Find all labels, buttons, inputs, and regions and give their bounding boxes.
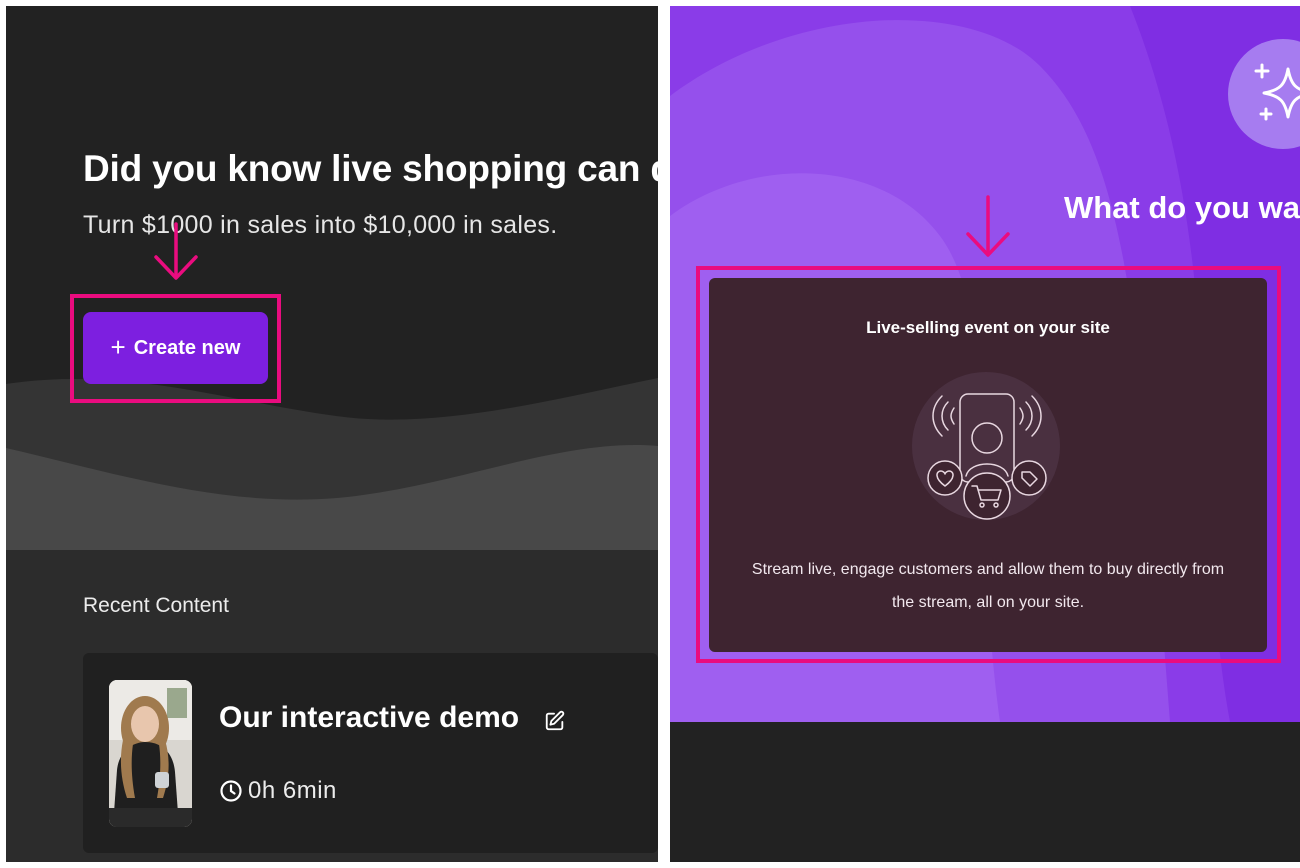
modal-title: What do you wa xyxy=(1064,190,1300,225)
plus-icon: + xyxy=(110,332,126,362)
create-new-label: Create new xyxy=(133,336,241,359)
right-screenshot-panel: What do you wa Live-selling event on you… xyxy=(670,6,1300,862)
content-title: Our interactive demo xyxy=(219,701,520,734)
left-screenshot-panel: Did you know live shopping can d Turn $1… xyxy=(6,6,658,862)
hero-title: Did you know live shopping can d xyxy=(83,148,658,189)
annotation-arrow-icon xyxy=(154,222,198,280)
option-title: Live-selling event on your site xyxy=(866,318,1110,337)
thumbnail-image xyxy=(109,680,192,827)
edit-icon[interactable] xyxy=(544,710,566,732)
content-duration: 0h 6min xyxy=(248,777,337,804)
hero-wave-background xyxy=(6,6,658,566)
annotation-arrow-icon xyxy=(966,195,1010,257)
sparkle-icon xyxy=(1254,63,1300,121)
page-bottom-area xyxy=(670,722,1300,862)
clock-icon xyxy=(220,780,242,802)
recent-content-card[interactable]: Our interactive demo 0h 6min xyxy=(83,653,658,853)
live-stream-phone-icon xyxy=(912,372,1060,520)
video-thumbnail[interactable] xyxy=(109,680,192,827)
option-description: Stream live, engage customers and allow … xyxy=(751,561,1225,611)
recent-content-heading: Recent Content xyxy=(83,594,229,617)
live-selling-option-card[interactable]: Live-selling event on your site Stream l… xyxy=(709,278,1267,652)
create-new-button[interactable]: + Create new xyxy=(83,312,268,384)
